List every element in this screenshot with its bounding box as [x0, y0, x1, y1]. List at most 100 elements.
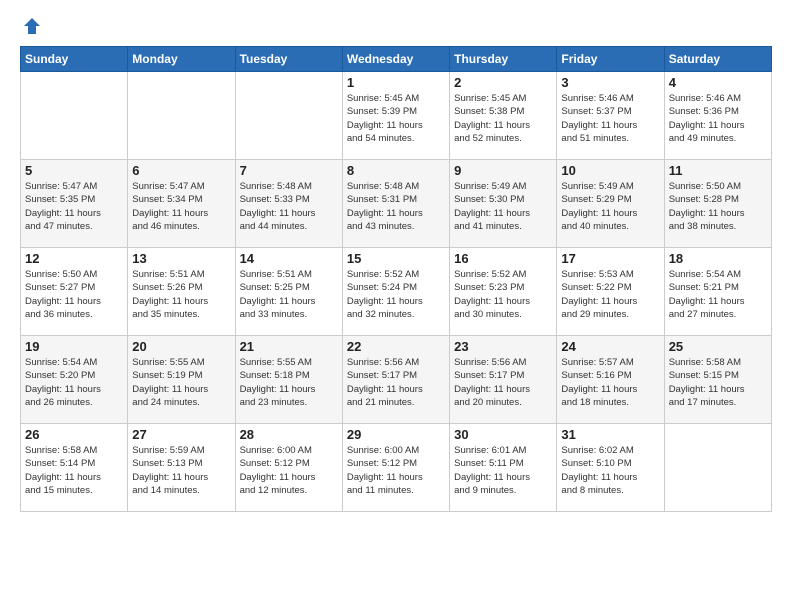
day-number: 6 [132, 163, 230, 178]
calendar-cell: 12 Sunrise: 5:50 AMSunset: 5:27 PMDayligh… [21, 248, 128, 336]
day-info: Sunrise: 5:50 AMSunset: 5:28 PMDaylight:… [669, 180, 767, 233]
day-number: 7 [240, 163, 338, 178]
calendar-cell: 15 Sunrise: 5:52 AMSunset: 5:24 PMDayligh… [342, 248, 449, 336]
day-info: Sunrise: 6:02 AMSunset: 5:10 PMDaylight:… [561, 444, 659, 497]
day-number: 14 [240, 251, 338, 266]
day-info: Sunrise: 5:55 AMSunset: 5:18 PMDaylight:… [240, 356, 338, 409]
day-info: Sunrise: 5:55 AMSunset: 5:19 PMDaylight:… [132, 356, 230, 409]
calendar-week-2: 5 Sunrise: 5:47 AMSunset: 5:35 PMDaylight… [21, 160, 772, 248]
weekday-header-monday: Monday [128, 47, 235, 72]
calendar-cell: 13 Sunrise: 5:51 AMSunset: 5:26 PMDayligh… [128, 248, 235, 336]
calendar-cell [235, 72, 342, 160]
calendar-cell: 6Sunrise: 5:47 AMSunset: 5:34 PMDaylight… [128, 160, 235, 248]
calendar-table: SundayMondayTuesdayWednesdayThursdayFrid… [20, 46, 772, 512]
calendar-cell: 9 Sunrise: 5:49 AMSunset: 5:30 PMDaylight… [450, 160, 557, 248]
calendar-cell: 3 Sunrise: 5:46 AMSunset: 5:37 PMDaylight… [557, 72, 664, 160]
day-number: 9 [454, 163, 552, 178]
calendar-cell: 8 Sunrise: 5:48 AMSunset: 5:31 PMDaylight… [342, 160, 449, 248]
calendar-cell: 5 Sunrise: 5:47 AMSunset: 5:35 PMDaylight… [21, 160, 128, 248]
calendar-cell: 30 Sunrise: 6:01 AMSunset: 5:11 PMDayligh… [450, 424, 557, 512]
day-info: Sunrise: 5:52 AMSunset: 5:24 PMDaylight:… [347, 268, 445, 321]
page: SundayMondayTuesdayWednesdayThursdayFrid… [0, 0, 792, 612]
calendar-cell: 22 Sunrise: 5:56 AMSunset: 5:17 PMDayligh… [342, 336, 449, 424]
calendar-cell: 27 Sunrise: 5:59 AMSunset: 5:13 PMDayligh… [128, 424, 235, 512]
day-info: Sunrise: 5:51 AMSunset: 5:26 PMDaylight:… [132, 268, 230, 321]
weekday-header-tuesday: Tuesday [235, 47, 342, 72]
day-info: Sunrise: 6:01 AMSunset: 5:11 PMDaylight:… [454, 444, 552, 497]
calendar-cell: 19Sunrise: 5:54 AMSunset: 5:20 PMDayligh… [21, 336, 128, 424]
day-info: Sunrise: 5:53 AMSunset: 5:22 PMDaylight:… [561, 268, 659, 321]
day-info: Sunrise: 5:57 AMSunset: 5:16 PMDaylight:… [561, 356, 659, 409]
day-number: 21 [240, 339, 338, 354]
header [20, 16, 772, 36]
day-number: 28 [240, 427, 338, 442]
calendar-cell: 1 Sunrise: 5:45 AMSunset: 5:39 PMDaylight… [342, 72, 449, 160]
weekday-header-sunday: Sunday [21, 47, 128, 72]
day-number: 3 [561, 75, 659, 90]
day-info: Sunrise: 5:48 AMSunset: 5:33 PMDaylight:… [240, 180, 338, 233]
day-info: Sunrise: 5:49 AMSunset: 5:29 PMDaylight:… [561, 180, 659, 233]
day-info: Sunrise: 5:52 AMSunset: 5:23 PMDaylight:… [454, 268, 552, 321]
logo-area [20, 16, 42, 36]
day-info: Sunrise: 5:56 AMSunset: 5:17 PMDaylight:… [454, 356, 552, 409]
day-info: Sunrise: 5:45 AMSunset: 5:38 PMDaylight:… [454, 92, 552, 145]
day-number: 22 [347, 339, 445, 354]
calendar-cell: 24Sunrise: 5:57 AMSunset: 5:16 PMDayligh… [557, 336, 664, 424]
day-number: 29 [347, 427, 445, 442]
day-info: Sunrise: 5:49 AMSunset: 5:30 PMDaylight:… [454, 180, 552, 233]
day-info: Sunrise: 5:46 AMSunset: 5:36 PMDaylight:… [669, 92, 767, 145]
calendar-week-3: 12 Sunrise: 5:50 AMSunset: 5:27 PMDayligh… [21, 248, 772, 336]
day-info: Sunrise: 5:59 AMSunset: 5:13 PMDaylight:… [132, 444, 230, 497]
day-number: 18 [669, 251, 767, 266]
day-number: 2 [454, 75, 552, 90]
day-number: 10 [561, 163, 659, 178]
calendar-cell: 16 Sunrise: 5:52 AMSunset: 5:23 PMDayligh… [450, 248, 557, 336]
day-info: Sunrise: 5:54 AMSunset: 5:21 PMDaylight:… [669, 268, 767, 321]
calendar-cell: 17Sunrise: 5:53 AMSunset: 5:22 PMDayligh… [557, 248, 664, 336]
weekday-header-friday: Friday [557, 47, 664, 72]
calendar-week-1: 1 Sunrise: 5:45 AMSunset: 5:39 PMDaylight… [21, 72, 772, 160]
logo-icon [22, 16, 42, 36]
day-number: 16 [454, 251, 552, 266]
day-number: 20 [132, 339, 230, 354]
day-number: 30 [454, 427, 552, 442]
day-number: 25 [669, 339, 767, 354]
day-number: 5 [25, 163, 123, 178]
day-number: 13 [132, 251, 230, 266]
day-info: Sunrise: 5:51 AMSunset: 5:25 PMDaylight:… [240, 268, 338, 321]
calendar-cell: 28 Sunrise: 6:00 AMSunset: 5:12 PMDayligh… [235, 424, 342, 512]
day-number: 8 [347, 163, 445, 178]
weekday-header-wednesday: Wednesday [342, 47, 449, 72]
calendar-week-4: 19Sunrise: 5:54 AMSunset: 5:20 PMDayligh… [21, 336, 772, 424]
day-info: Sunrise: 5:46 AMSunset: 5:37 PMDaylight:… [561, 92, 659, 145]
day-info: Sunrise: 5:47 AMSunset: 5:35 PMDaylight:… [25, 180, 123, 233]
logo [20, 16, 42, 36]
calendar-cell: 11 Sunrise: 5:50 AMSunset: 5:28 PMDayligh… [664, 160, 771, 248]
day-number: 1 [347, 75, 445, 90]
calendar-cell: 31Sunrise: 6:02 AMSunset: 5:10 PMDayligh… [557, 424, 664, 512]
calendar-cell: 18 Sunrise: 5:54 AMSunset: 5:21 PMDayligh… [664, 248, 771, 336]
weekday-header-saturday: Saturday [664, 47, 771, 72]
day-number: 15 [347, 251, 445, 266]
calendar-cell [664, 424, 771, 512]
calendar-cell: 14 Sunrise: 5:51 AMSunset: 5:25 PMDayligh… [235, 248, 342, 336]
calendar-cell: 2 Sunrise: 5:45 AMSunset: 5:38 PMDaylight… [450, 72, 557, 160]
day-number: 19 [25, 339, 123, 354]
calendar-week-5: 26Sunrise: 5:58 AMSunset: 5:14 PMDayligh… [21, 424, 772, 512]
calendar-cell: 21 Sunrise: 5:55 AMSunset: 5:18 PMDayligh… [235, 336, 342, 424]
day-info: Sunrise: 5:50 AMSunset: 5:27 PMDaylight:… [25, 268, 123, 321]
calendar-cell [21, 72, 128, 160]
day-number: 26 [25, 427, 123, 442]
day-info: Sunrise: 5:48 AMSunset: 5:31 PMDaylight:… [347, 180, 445, 233]
day-info: Sunrise: 6:00 AMSunset: 5:12 PMDaylight:… [240, 444, 338, 497]
day-number: 12 [25, 251, 123, 266]
day-info: Sunrise: 5:45 AMSunset: 5:39 PMDaylight:… [347, 92, 445, 145]
day-number: 11 [669, 163, 767, 178]
day-info: Sunrise: 5:56 AMSunset: 5:17 PMDaylight:… [347, 356, 445, 409]
calendar-cell: 20 Sunrise: 5:55 AMSunset: 5:19 PMDayligh… [128, 336, 235, 424]
day-info: Sunrise: 6:00 AMSunset: 5:12 PMDaylight:… [347, 444, 445, 497]
day-number: 27 [132, 427, 230, 442]
calendar-cell: 4Sunrise: 5:46 AMSunset: 5:36 PMDaylight… [664, 72, 771, 160]
calendar-cell: 29 Sunrise: 6:00 AMSunset: 5:12 PMDayligh… [342, 424, 449, 512]
calendar-cell [128, 72, 235, 160]
